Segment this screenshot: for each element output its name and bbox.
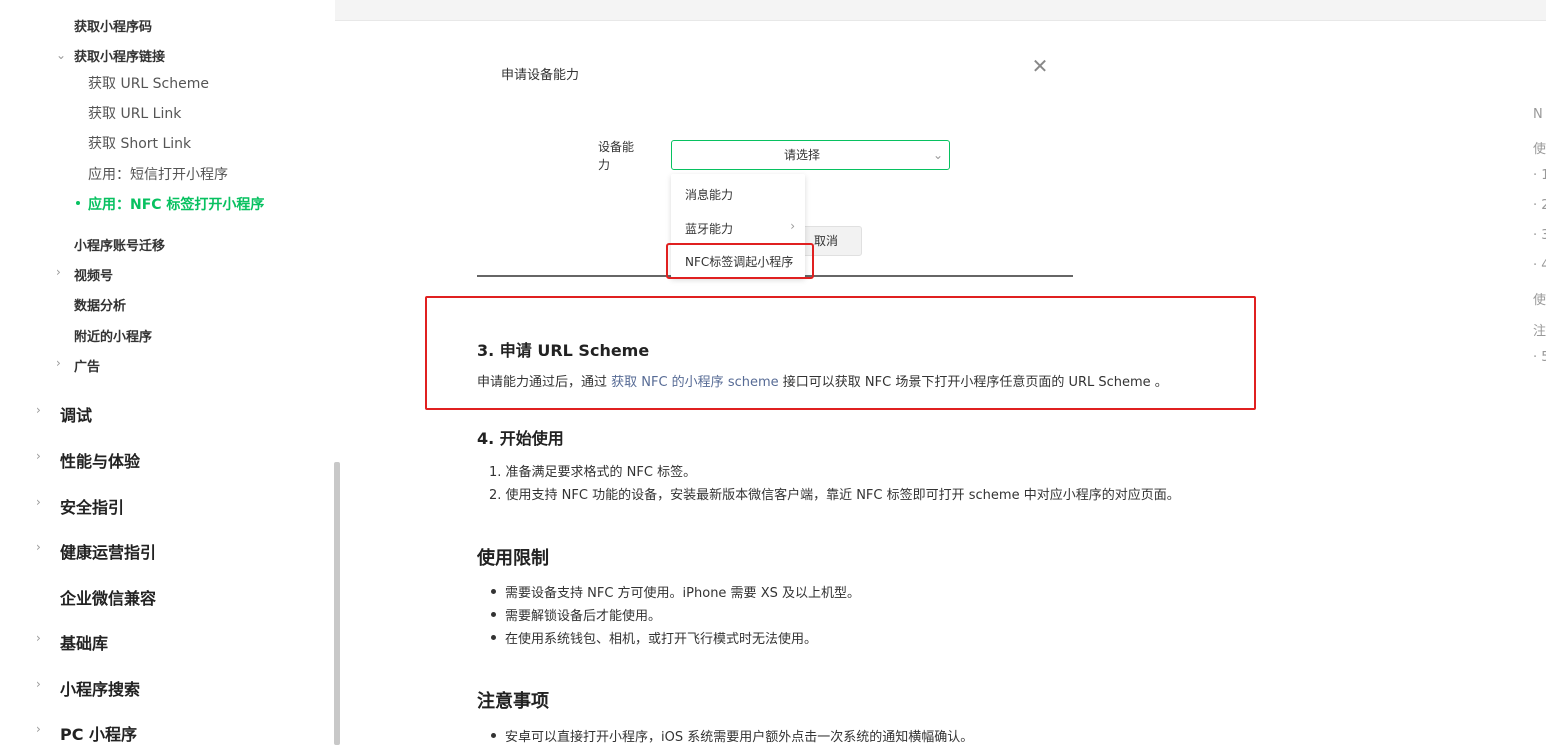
list-item: 1. 准备满足要求格式的 NFC 标签。 (489, 465, 697, 480)
list-item: 需要设备支持 NFC 方可使用。iPhone 需要 XS 及以上机型。 (505, 586, 860, 601)
list-item: 安卓可以直接打开小程序，iOS 系统需要用户额外点击一次系统的通知横幅确认。 (505, 730, 974, 745)
field-label: 设备能力 (598, 140, 635, 172)
highlight-box-nfc (666, 243, 814, 279)
chevron-right-icon: › (790, 219, 795, 233)
step3-paragraph: 申请能力通过后，通过 获取 NFC 的小程序 scheme 接口可以获取 NFC… (477, 371, 1168, 390)
list-item: 需要解锁设备后才能使用。 (505, 609, 662, 624)
chevron-down-icon[interactable]: ⌄ (56, 48, 66, 62)
sidebar-item-channels[interactable]: 视频号 (74, 265, 113, 284)
chevron-right-icon[interactable]: › (36, 631, 41, 645)
list-item: 2. 使用支持 NFC 功能的设备，安装最新版本微信客户端，靠近 NFC 标签即… (489, 488, 1180, 503)
notes-heading: 注意事项 (477, 691, 549, 712)
nfc-scheme-link[interactable]: 获取 NFC 的小程序 scheme (611, 375, 779, 390)
option-message[interactable]: 消息能力 (685, 186, 733, 203)
sidebar-item-get-link[interactable]: 获取小程序链接 (74, 46, 165, 65)
toc-item[interactable]: · 1 (1533, 168, 1546, 183)
step3-heading: 3. 申请 URL Scheme (477, 341, 650, 360)
sidebar-scrollbar[interactable] (334, 462, 340, 745)
chevron-right-icon[interactable]: › (36, 677, 41, 691)
limits-heading: 使用限制 (477, 548, 549, 569)
sidebar-item-nearby[interactable]: 附近的小程序 (74, 326, 152, 345)
chevron-right-icon[interactable]: › (36, 403, 41, 417)
sidebar-item-wecom[interactable]: 企业微信兼容 (60, 585, 156, 609)
bullet-icon (491, 733, 496, 738)
sidebar-item-short-link[interactable]: 获取 Short Link (88, 133, 191, 153)
capability-select[interactable]: 请选择 ⌄ (671, 140, 950, 170)
sidebar-item-nfc-open[interactable]: 应用：NFC 标签打开小程序 (88, 194, 264, 214)
step3-text-pre: 申请能力通过后，通过 (477, 375, 612, 390)
sidebar-item-ads[interactable]: 广告 (74, 356, 100, 375)
sidebar-item-sms-open[interactable]: 应用：短信打开小程序 (88, 164, 228, 184)
sidebar-item-analytics[interactable]: 数据分析 (74, 295, 126, 314)
bullet-icon (491, 612, 496, 617)
toc-item[interactable]: · 3 (1533, 228, 1546, 243)
sidebar-item-pc[interactable]: PC 小程序 (60, 721, 137, 745)
bullet-icon (491, 635, 496, 640)
chevron-right-icon[interactable]: › (36, 540, 41, 554)
sidebar-item-performance[interactable]: 性能与体验 (60, 448, 140, 472)
select-placeholder: 请选择 (783, 148, 820, 162)
toc-item[interactable]: · 5 (1533, 350, 1546, 365)
sidebar-item-base-lib[interactable]: 基础库 (60, 630, 108, 654)
toc-item[interactable]: 使 (1533, 289, 1546, 308)
chevron-right-icon[interactable]: › (36, 449, 41, 463)
toc-item[interactable]: · 4 (1533, 258, 1546, 273)
sidebar-item-account-migration[interactable]: 小程序账号迁移 (74, 235, 165, 254)
step4-heading: 4. 开始使用 (477, 429, 564, 448)
dialog-title: 申请设备能力 (501, 68, 580, 83)
sidebar: 获取小程序码 ⌄ 获取小程序链接 获取 URL Scheme 获取 URL Li… (0, 0, 335, 745)
sidebar-item-health[interactable]: 健康运营指引 (60, 539, 156, 563)
sidebar-item-url-scheme[interactable]: 获取 URL Scheme (88, 73, 209, 93)
chevron-down-icon: ⌄ (932, 148, 943, 162)
close-icon[interactable]: ✕ (1030, 56, 1050, 76)
toc-item[interactable]: N (1533, 107, 1543, 122)
toc-item[interactable]: 使 (1533, 138, 1546, 157)
sidebar-item-search[interactable]: 小程序搜索 (60, 676, 140, 700)
toc-item[interactable]: 注 (1533, 320, 1546, 339)
chevron-right-icon[interactable]: › (36, 722, 41, 736)
chevron-right-icon[interactable]: › (56, 265, 61, 279)
option-bluetooth[interactable]: 蓝牙能力 (685, 220, 733, 237)
toc-item[interactable]: · 2 (1533, 198, 1546, 213)
list-item: 在使用系统钱包、相机，或打开飞行模式时无法使用。 (505, 632, 818, 647)
sidebar-item-get-qrcode[interactable]: 获取小程序码 (74, 16, 152, 35)
chevron-right-icon[interactable]: › (56, 356, 61, 370)
sidebar-item-security[interactable]: 安全指引 (60, 494, 124, 518)
sidebar-item-debug[interactable]: 调试 (60, 402, 92, 426)
active-dot-icon (76, 201, 80, 205)
step3-text-post: 接口可以获取 NFC 场景下打开小程序任意页面的 URL Scheme 。 (778, 375, 1168, 390)
bullet-icon (491, 589, 496, 594)
chevron-right-icon[interactable]: › (36, 495, 41, 509)
sidebar-item-url-link[interactable]: 获取 URL Link (88, 103, 181, 123)
